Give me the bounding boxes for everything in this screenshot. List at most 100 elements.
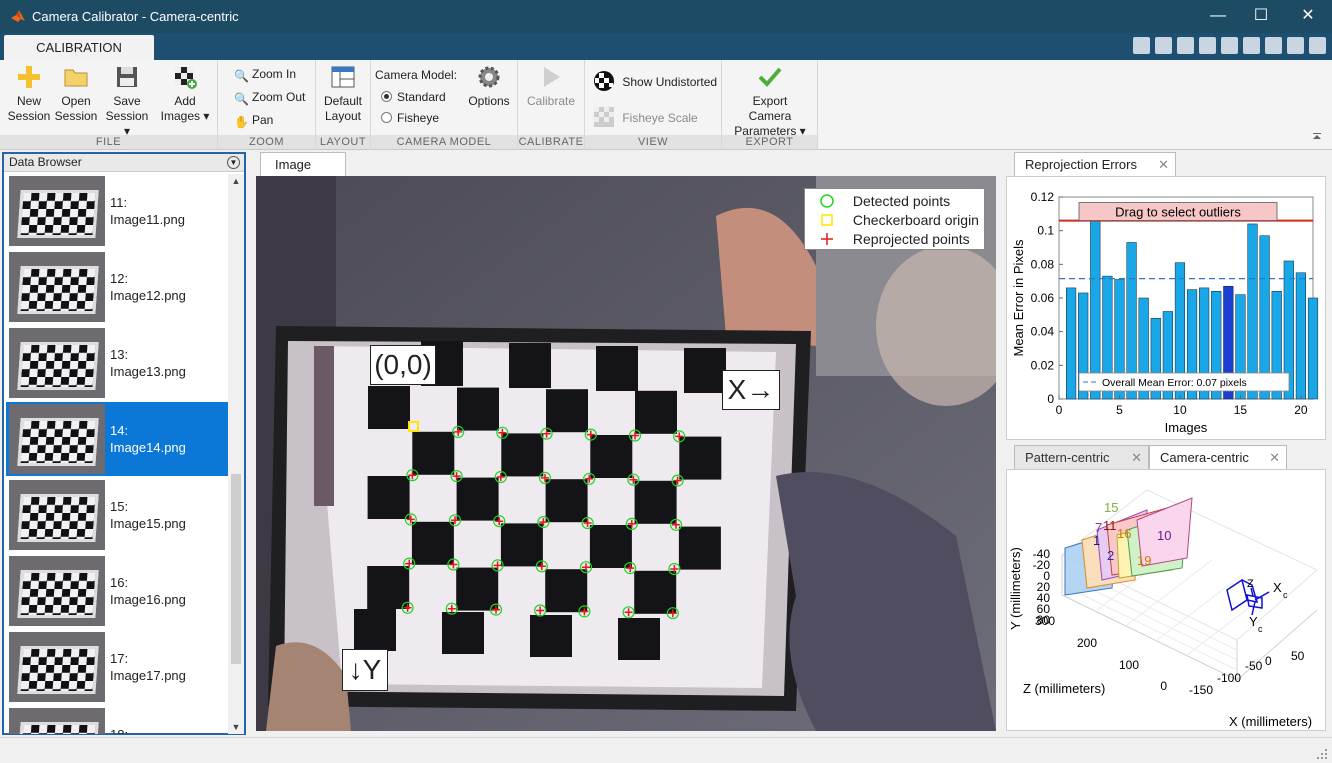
checkerboard-thumbnail [17, 722, 99, 734]
x-direction-label: X→ [722, 370, 780, 410]
x-tick-label: 0 [1056, 403, 1063, 417]
scroll-down-icon[interactable]: ▼ [228, 722, 244, 732]
add-images-icon [175, 67, 197, 89]
list-item[interactable]: 18: [6, 706, 228, 734]
image-label: 16: Image16.png [110, 574, 186, 608]
export-camera-parameters-button[interactable]: Export Camera Parameters ▾ [732, 64, 808, 139]
error-bar[interactable] [1295, 272, 1306, 400]
checkerboard-square [679, 436, 722, 480]
resize-grip-icon[interactable] [1316, 748, 1328, 760]
checkerboard-square [456, 567, 499, 611]
fisheye-radio[interactable]: Fisheye [381, 109, 439, 127]
copy-icon[interactable] [1177, 37, 1194, 54]
image-thumbnail [9, 708, 105, 734]
y-tick-label: 0 [1047, 392, 1054, 406]
x-tick-label: 50 [1291, 649, 1305, 663]
mean-error-label: Overall Mean Error: 0.07 pixels [1102, 377, 1247, 389]
y-tick-label: 0.04 [1031, 325, 1055, 339]
error-bar[interactable] [1307, 297, 1319, 400]
origin-label: (0,0) [370, 345, 436, 385]
list-item[interactable]: 15: Image15.png [6, 478, 228, 552]
options-button[interactable]: Options [464, 64, 514, 109]
radio-selected-icon [381, 91, 392, 102]
open-session-button[interactable]: Open Session [51, 64, 101, 124]
tab-pattern-centric[interactable]: Pattern-centric ✕ [1014, 445, 1149, 469]
default-layout-button[interactable]: Default Layout [318, 64, 368, 124]
calibrate-section-label: CALIBRATE [518, 135, 584, 149]
add-images-button[interactable]: Add Images ▾ [160, 64, 210, 124]
standard-radio[interactable]: Standard [381, 88, 446, 106]
outlier-label: Drag to select outliers [1115, 205, 1241, 220]
options-dropdown-icon[interactable] [1309, 37, 1326, 54]
camera-model-title: Camera Model: [375, 68, 458, 82]
list-item[interactable]: 14: Image14.png [6, 402, 228, 476]
list-item[interactable]: 16: Image16.png [6, 554, 228, 628]
undo-icon[interactable] [1221, 37, 1238, 54]
data-browser-scrollbar[interactable]: ▲ ▼ [228, 174, 244, 734]
help-icon[interactable] [1287, 37, 1304, 54]
zoom-out-button[interactable]: 🔍 Zoom Out [234, 88, 305, 106]
scroll-up-icon[interactable]: ▲ [228, 176, 244, 186]
tab-calibration[interactable]: CALIBRATION [4, 35, 154, 60]
image-legend: Detected points Checkerboard origin Repr… [804, 188, 985, 250]
image-label: 13: Image13.png [110, 346, 186, 380]
save-icon[interactable] [1133, 37, 1150, 54]
y-tick-label: 0.02 [1031, 358, 1055, 372]
switch-windows-icon[interactable] [1265, 37, 1282, 54]
calibrate-button[interactable]: Calibrate [526, 64, 576, 109]
extrinsics-3d-plot[interactable]: 15 1 11 7 16 2 19 10 X c Y c Z -40-20020… [1007, 470, 1327, 732]
camera-centric-plot[interactable]: 15 1 11 7 16 2 19 10 X c Y c Z -40 -20 0… [1006, 469, 1326, 731]
image-number: 17: [110, 651, 129, 666]
zoom-in-button[interactable]: 🔍 Zoom In [234, 65, 296, 83]
fisheye-scale-button[interactable]: Fisheye Scale [593, 106, 698, 127]
checkerboard-square [367, 566, 410, 609]
save-session-button[interactable]: Save Session ▾ [102, 64, 152, 139]
checkerboard-square [635, 390, 677, 434]
y-tick-label: 0.12 [1031, 190, 1055, 204]
checkerboard-square [589, 525, 632, 568]
error-bar[interactable] [1066, 287, 1077, 400]
close-tab-icon[interactable]: ✕ [1131, 446, 1142, 470]
reprojection-plot[interactable]: Drag to select outliers Overall Mean Erro… [1006, 176, 1326, 440]
error-bar[interactable] [1090, 220, 1101, 400]
image-label: 12: Image12.png [110, 270, 186, 304]
close-button[interactable]: ✕ [1293, 6, 1323, 28]
board-label: 15 [1104, 500, 1118, 515]
x-tick-label: 20 [1294, 403, 1308, 417]
x-tick-label: -150 [1189, 683, 1213, 697]
pan-button[interactable]: ✋ Pan [234, 111, 273, 129]
tab-image[interactable]: Image [260, 152, 346, 176]
tab-camera-centric[interactable]: Camera-centric ✕ [1149, 445, 1287, 469]
paste-icon[interactable] [1199, 37, 1216, 54]
minimize-button[interactable]: — [1203, 6, 1233, 28]
checkerboard-thumbnail [17, 342, 99, 390]
list-item[interactable]: 12: Image12.png [6, 250, 228, 324]
scrollbar-thumb[interactable] [231, 474, 241, 664]
board-label: 7 [1095, 520, 1102, 535]
view-section-label: VIEW [585, 135, 721, 149]
list-item[interactable]: 13: Image13.png [6, 326, 228, 400]
list-item[interactable]: 17: Image17.png [6, 630, 228, 704]
close-tab-icon[interactable]: ✕ [1158, 153, 1169, 177]
x-tick-label: 15 [1234, 403, 1248, 417]
collapse-toolstrip-icon[interactable] [1312, 132, 1322, 142]
close-tab-icon[interactable]: ✕ [1269, 446, 1280, 470]
calibration-image [256, 176, 996, 731]
collapse-icon[interactable]: ▼ [227, 156, 240, 169]
quick-access-toolbar [1106, 37, 1326, 57]
new-session-button[interactable]: New Session [4, 64, 54, 124]
calibration-image-view[interactable]: (0,0) X→ ↓Y Detected points Checkerboard… [256, 176, 996, 731]
tab-reprojection-errors[interactable]: Reprojection Errors ✕ [1014, 152, 1176, 176]
maximize-button[interactable]: ☐ [1246, 6, 1276, 28]
board-label: 16 [1117, 526, 1131, 541]
checkerboard-thumbnail [17, 570, 99, 618]
list-item[interactable]: 11: Image11.png [6, 174, 228, 248]
hand-icon: ✋ [234, 115, 249, 129]
redo-icon[interactable] [1243, 37, 1260, 54]
checkerboard-square [678, 526, 721, 570]
show-undistorted-button[interactable]: Show Undistorted [593, 70, 717, 91]
cut-icon[interactable] [1155, 37, 1172, 54]
checkerboard-square [367, 476, 410, 519]
checkmark-icon [758, 67, 782, 87]
reprojection-bar-chart[interactable]: Drag to select outliers Overall Mean Erro… [1007, 177, 1327, 441]
